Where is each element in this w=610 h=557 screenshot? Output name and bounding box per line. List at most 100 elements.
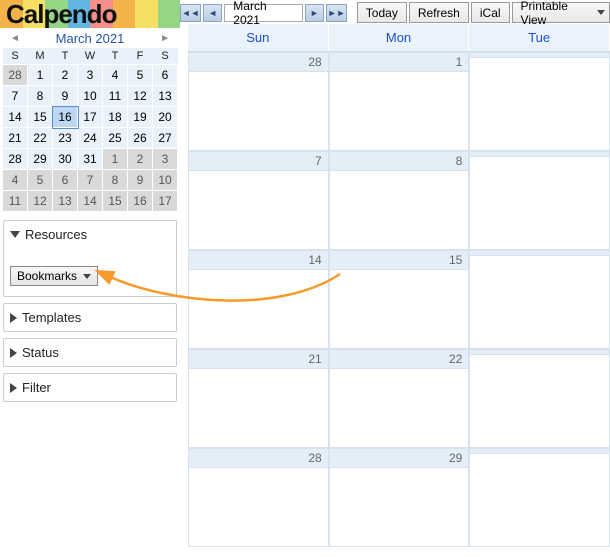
day-cell[interactable]: 21 bbox=[188, 349, 329, 448]
mini-day-cell[interactable]: 14 bbox=[78, 191, 103, 212]
day-cell[interactable]: 28 bbox=[188, 448, 329, 547]
prev-year-button[interactable]: ◄◄ bbox=[180, 4, 201, 22]
mini-day-cell[interactable]: 12 bbox=[28, 191, 53, 212]
printable-view-label: Printable View bbox=[521, 0, 593, 27]
today-button[interactable]: Today bbox=[357, 2, 407, 23]
mini-day-cell[interactable]: 6 bbox=[53, 170, 78, 191]
mini-day-cell[interactable]: 23 bbox=[53, 128, 78, 149]
mini-day-cell[interactable]: 29 bbox=[28, 149, 53, 170]
day-cell[interactable]: 29 bbox=[329, 448, 470, 547]
day-number bbox=[470, 53, 609, 58]
mini-day-cell[interactable]: 15 bbox=[103, 191, 128, 212]
day-number: 28 bbox=[189, 53, 328, 72]
sidebar: Calpendo ◄ March 2021 ► SMTWTFS 28123456… bbox=[0, 0, 180, 557]
printable-view-dropdown[interactable]: Printable View bbox=[512, 2, 610, 23]
day-cell[interactable]: 1 bbox=[329, 52, 470, 151]
panel-resources-header[interactable]: Resources bbox=[4, 221, 176, 248]
mini-day-cell[interactable]: 20 bbox=[153, 107, 178, 128]
bookmarks-dropdown-label: Bookmarks bbox=[17, 269, 77, 283]
mini-day-cell[interactable]: 24 bbox=[78, 128, 103, 149]
mini-day-cell[interactable]: 2 bbox=[53, 65, 78, 86]
month-display[interactable]: March 2021 bbox=[224, 4, 303, 22]
mini-day-cell[interactable]: 9 bbox=[128, 170, 153, 191]
panel-templates-header[interactable]: Templates bbox=[4, 304, 176, 331]
mini-day-cell[interactable]: 9 bbox=[53, 86, 78, 107]
day-cell[interactable]: 7 bbox=[188, 151, 329, 250]
ical-button[interactable]: iCal bbox=[471, 2, 510, 23]
panel-status-header[interactable]: Status bbox=[4, 339, 176, 366]
mini-day-cell[interactable]: 19 bbox=[128, 107, 153, 128]
mini-calendar-header: ◄ March 2021 ► bbox=[0, 28, 180, 46]
mini-day-cell[interactable]: 10 bbox=[153, 170, 178, 191]
mini-day-cell[interactable]: 17 bbox=[78, 107, 103, 128]
mini-prev-icon[interactable]: ◄ bbox=[6, 33, 24, 44]
mini-day-cell[interactable]: 25 bbox=[103, 128, 128, 149]
mini-day-cell[interactable]: 11 bbox=[103, 86, 128, 107]
day-number: 29 bbox=[330, 449, 469, 468]
mini-day-cell[interactable]: 21 bbox=[3, 128, 28, 149]
mini-day-cell[interactable]: 5 bbox=[128, 65, 153, 86]
day-cell[interactable]: 22 bbox=[329, 349, 470, 448]
mini-day-cell[interactable]: 13 bbox=[53, 191, 78, 212]
mini-day-cell[interactable]: 4 bbox=[3, 170, 28, 191]
mini-day-cell[interactable]: 31 bbox=[78, 149, 103, 170]
mini-day-cell[interactable]: 8 bbox=[28, 86, 53, 107]
mini-day-cell[interactable]: 28 bbox=[3, 149, 28, 170]
prev-month-button[interactable]: ◄ bbox=[203, 4, 222, 22]
week-row: 281 bbox=[188, 52, 610, 151]
mini-day-cell[interactable]: 8 bbox=[103, 170, 128, 191]
day-cell[interactable] bbox=[469, 250, 610, 349]
day-cell[interactable] bbox=[469, 448, 610, 547]
mini-day-cell[interactable]: 3 bbox=[153, 149, 178, 170]
mini-day-cell[interactable]: 30 bbox=[53, 149, 78, 170]
mini-day-cell[interactable]: 18 bbox=[103, 107, 128, 128]
mini-day-cell[interactable]: 14 bbox=[3, 107, 28, 128]
day-cell[interactable]: 28 bbox=[188, 52, 329, 151]
day-cell[interactable]: 15 bbox=[329, 250, 470, 349]
day-number: 1 bbox=[330, 53, 469, 72]
day-number bbox=[470, 350, 609, 355]
next-month-button[interactable]: ► bbox=[305, 4, 324, 22]
panel-filter-header[interactable]: Filter bbox=[4, 374, 176, 401]
mini-day-cell[interactable]: 10 bbox=[78, 86, 103, 107]
chevron-right-icon bbox=[10, 348, 17, 358]
mini-day-cell[interactable]: 2 bbox=[128, 149, 153, 170]
mini-day-cell[interactable]: 22 bbox=[28, 128, 53, 149]
mini-day-cell[interactable]: 3 bbox=[78, 65, 103, 86]
day-cell[interactable] bbox=[469, 52, 610, 151]
mini-next-icon[interactable]: ► bbox=[156, 33, 174, 44]
mini-day-cell[interactable]: 7 bbox=[3, 86, 28, 107]
next-year-button[interactable]: ►► bbox=[326, 4, 347, 22]
mini-day-cell[interactable]: 1 bbox=[28, 65, 53, 86]
panel-filter: Filter bbox=[3, 373, 177, 402]
mini-day-cell[interactable]: 13 bbox=[153, 86, 178, 107]
mini-day-cell[interactable]: 28 bbox=[3, 65, 28, 86]
day-number bbox=[470, 152, 609, 157]
mini-dow: T bbox=[103, 48, 128, 65]
day-cell[interactable]: 8 bbox=[329, 151, 470, 250]
mini-day-cell[interactable]: 6 bbox=[153, 65, 178, 86]
day-cell[interactable] bbox=[469, 349, 610, 448]
calendar-day-headers: SunMonTue bbox=[188, 24, 610, 52]
mini-day-cell[interactable]: 5 bbox=[28, 170, 53, 191]
panel-templates: Templates bbox=[3, 303, 177, 332]
mini-day-cell[interactable]: 11 bbox=[3, 191, 28, 212]
mini-day-cell[interactable]: 17 bbox=[153, 191, 178, 212]
mini-day-cell[interactable]: 1 bbox=[103, 149, 128, 170]
day-cell[interactable] bbox=[469, 151, 610, 250]
mini-day-cell[interactable]: 7 bbox=[78, 170, 103, 191]
mini-day-cell[interactable]: 15 bbox=[28, 107, 53, 128]
day-number: 7 bbox=[189, 152, 328, 171]
mini-day-cell[interactable]: 27 bbox=[153, 128, 178, 149]
week-row: 2122 bbox=[188, 349, 610, 448]
day-number bbox=[470, 251, 609, 256]
day-cell[interactable]: 14 bbox=[188, 250, 329, 349]
mini-day-cell[interactable]: 26 bbox=[128, 128, 153, 149]
mini-dow: M bbox=[28, 48, 53, 65]
refresh-button[interactable]: Refresh bbox=[409, 2, 469, 23]
mini-day-cell[interactable]: 16 bbox=[53, 107, 78, 128]
mini-day-cell[interactable]: 12 bbox=[128, 86, 153, 107]
bookmarks-dropdown[interactable]: Bookmarks bbox=[10, 266, 98, 286]
mini-day-cell[interactable]: 16 bbox=[128, 191, 153, 212]
mini-day-cell[interactable]: 4 bbox=[103, 65, 128, 86]
